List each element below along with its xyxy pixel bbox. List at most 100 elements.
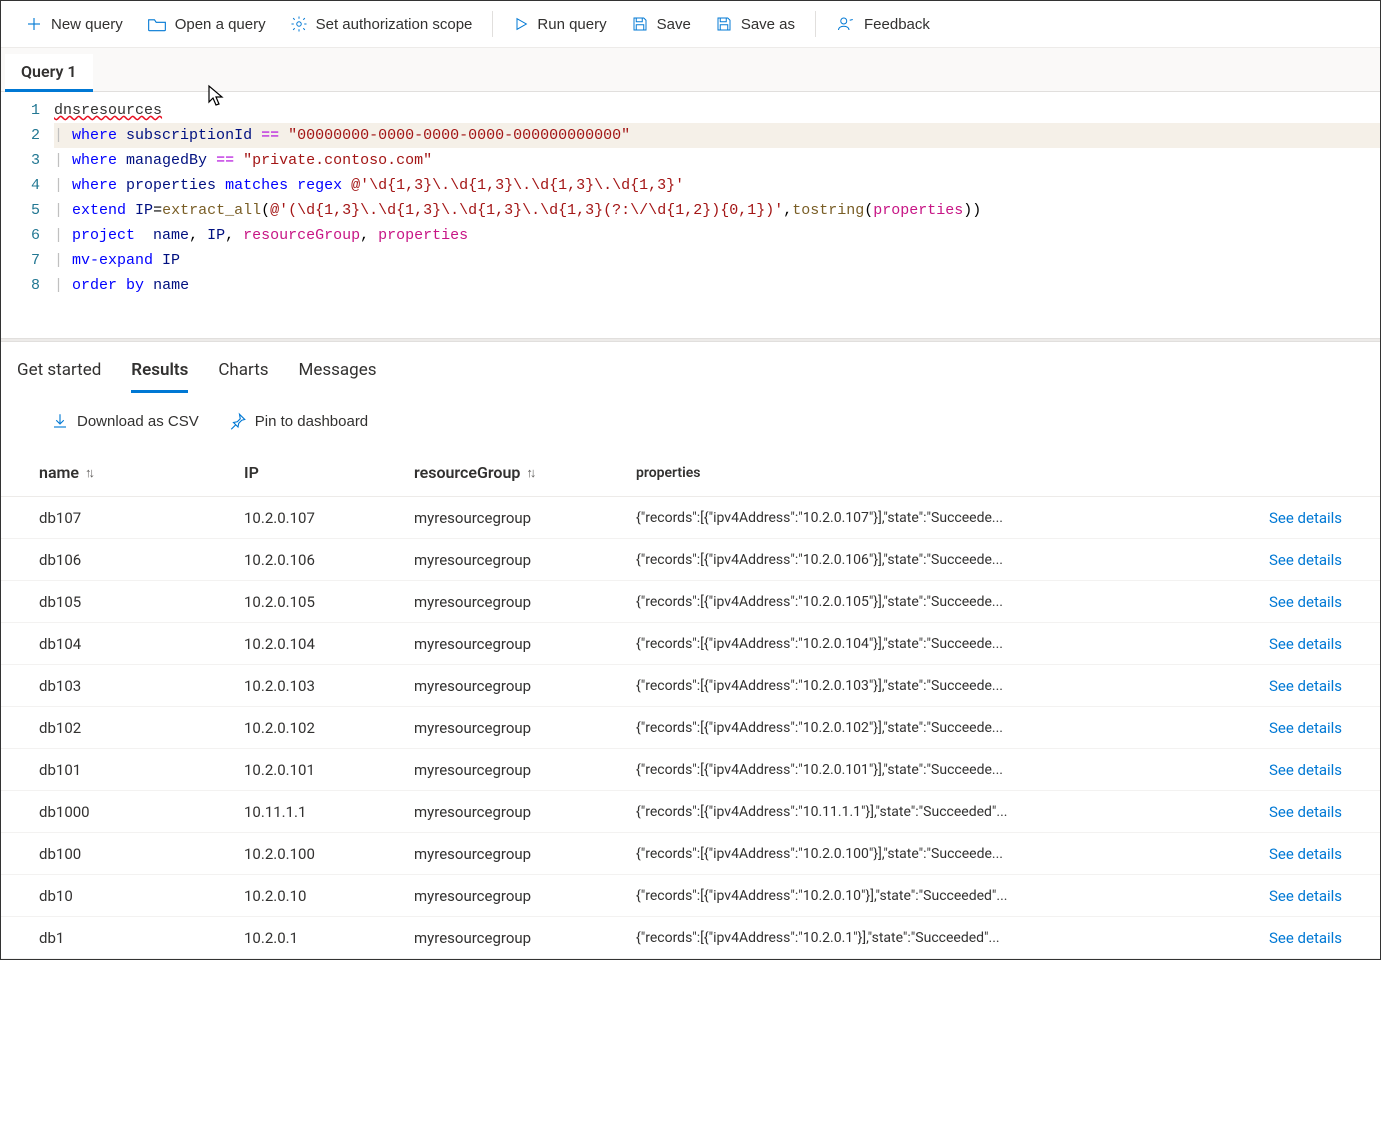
column-header-properties[interactable]: properties — [636, 465, 1269, 481]
cell-properties: {"records":[{"ipv4Address":"10.2.0.105"}… — [636, 594, 1269, 610]
line-number: 8 — [31, 273, 40, 298]
see-details-link[interactable]: See details — [1269, 635, 1342, 653]
run-query-button[interactable]: Run query — [501, 10, 618, 39]
cell-ip: 10.2.0.104 — [244, 635, 414, 653]
table-row[interactable]: db10510.2.0.105myresourcegroup{"records"… — [1, 581, 1380, 623]
pin-dashboard-button[interactable]: Pin to dashboard — [223, 411, 374, 431]
table-row[interactable]: db10210.2.0.102myresourcegroup{"records"… — [1, 707, 1380, 749]
cell-ip: 10.2.0.105 — [244, 593, 414, 611]
cell-resourcegroup: myresourcegroup — [414, 509, 636, 527]
table-row[interactable]: db10110.2.0.101myresourcegroup{"records"… — [1, 749, 1380, 791]
tab-results[interactable]: Results — [131, 356, 188, 393]
table-row[interactable]: db10710.2.0.107myresourcegroup{"records"… — [1, 497, 1380, 539]
open-query-label: Open a query — [175, 16, 266, 33]
gear-icon — [290, 15, 308, 33]
line-number: 3 — [31, 148, 40, 173]
cell-ip: 10.2.0.107 — [244, 509, 414, 527]
code-line[interactable]: | order by name — [54, 273, 1380, 298]
cell-name: db103 — [39, 677, 244, 695]
save-icon — [631, 15, 649, 33]
see-details-link[interactable]: See details — [1269, 509, 1342, 527]
cell-resourcegroup: myresourcegroup — [414, 803, 636, 821]
code-line[interactable]: | where properties matches regex @'\d{1,… — [54, 173, 1380, 198]
cell-resourcegroup: myresourcegroup — [414, 635, 636, 653]
tab-charts[interactable]: Charts — [218, 356, 268, 393]
cell-name: db106 — [39, 551, 244, 569]
cell-resourcegroup: myresourcegroup — [414, 593, 636, 611]
line-number-gutter: 12345678 — [1, 98, 54, 298]
line-number: 7 — [31, 248, 40, 273]
cell-resourcegroup: myresourcegroup — [414, 551, 636, 569]
code-line[interactable]: | project name, IP, resourceGroup, prope… — [54, 223, 1380, 248]
feedback-icon — [836, 15, 856, 33]
see-details-link[interactable]: See details — [1269, 803, 1342, 821]
play-icon — [513, 16, 529, 32]
table-row[interactable]: db10610.2.0.106myresourcegroup{"records"… — [1, 539, 1380, 581]
code-line[interactable]: dnsresources — [54, 98, 1380, 123]
cell-name: db102 — [39, 719, 244, 737]
set-scope-button[interactable]: Set authorization scope — [278, 9, 485, 39]
column-header-name[interactable]: name ↑↓ — [39, 463, 244, 482]
cell-properties: {"records":[{"ipv4Address":"10.2.0.10"}]… — [636, 888, 1269, 904]
cell-ip: 10.2.0.10 — [244, 887, 414, 905]
toolbar-separator — [492, 11, 493, 37]
code-editor[interactable]: 12345678 dnsresources| where subscriptio… — [1, 92, 1380, 338]
cell-name: db105 — [39, 593, 244, 611]
cell-properties: {"records":[{"ipv4Address":"10.2.0.104"}… — [636, 636, 1269, 652]
column-header-ip[interactable]: IP — [244, 463, 414, 482]
see-details-link[interactable]: See details — [1269, 761, 1342, 779]
cell-properties: {"records":[{"ipv4Address":"10.11.1.1"}]… — [636, 804, 1269, 820]
see-details-link[interactable]: See details — [1269, 887, 1342, 905]
save-as-label: Save as — [741, 16, 795, 33]
cell-name: db100 — [39, 845, 244, 863]
code-content[interactable]: dnsresources| where subscriptionId == "0… — [54, 98, 1380, 298]
save-as-button[interactable]: Save as — [703, 9, 807, 39]
new-query-button[interactable]: New query — [13, 9, 135, 39]
tab-query-1[interactable]: Query 1 — [5, 54, 93, 92]
cell-resourcegroup: myresourcegroup — [414, 929, 636, 947]
code-line[interactable]: | where managedBy == "private.contoso.co… — [54, 148, 1380, 173]
cell-ip: 10.2.0.103 — [244, 677, 414, 695]
pin-icon — [229, 412, 247, 430]
cell-properties: {"records":[{"ipv4Address":"10.2.0.107"}… — [636, 510, 1269, 526]
save-button[interactable]: Save — [619, 9, 703, 39]
see-details-link[interactable]: See details — [1269, 677, 1342, 695]
line-number: 2 — [31, 123, 40, 148]
code-line[interactable]: | extend IP=extract_all(@'(\d{1,3}\.\d{1… — [54, 198, 1380, 223]
query-tabs: Query 1 — [1, 48, 1380, 92]
cell-name: db1000 — [39, 803, 244, 821]
code-line[interactable]: | mv-expand IP — [54, 248, 1380, 273]
feedback-button[interactable]: Feedback — [824, 9, 942, 39]
table-row[interactable]: db10010.2.0.100myresourcegroup{"records"… — [1, 833, 1380, 875]
cell-resourcegroup: myresourcegroup — [414, 719, 636, 737]
see-details-link[interactable]: See details — [1269, 551, 1342, 569]
download-csv-button[interactable]: Download as CSV — [45, 411, 205, 431]
open-query-button[interactable]: Open a query — [135, 9, 278, 39]
cell-name: db101 — [39, 761, 244, 779]
see-details-link[interactable]: See details — [1269, 719, 1342, 737]
table-row[interactable]: db110.2.0.1myresourcegroup{"records":[{"… — [1, 917, 1380, 959]
table-row[interactable]: db10410.2.0.104myresourcegroup{"records"… — [1, 623, 1380, 665]
new-query-label: New query — [51, 16, 123, 33]
table-header-row: name ↑↓ IP resourceGroup ↑↓ properties — [1, 449, 1380, 497]
column-header-resourcegroup[interactable]: resourceGroup ↑↓ — [414, 463, 636, 482]
cell-resourcegroup: myresourcegroup — [414, 887, 636, 905]
tab-get-started[interactable]: Get started — [17, 356, 101, 393]
see-details-link[interactable]: See details — [1269, 929, 1342, 947]
code-line[interactable]: | where subscriptionId == "00000000-0000… — [54, 123, 1380, 148]
run-query-label: Run query — [537, 16, 606, 33]
cell-resourcegroup: myresourcegroup — [414, 761, 636, 779]
see-details-link[interactable]: See details — [1269, 845, 1342, 863]
tab-messages[interactable]: Messages — [299, 356, 377, 393]
see-details-link[interactable]: See details — [1269, 593, 1342, 611]
download-csv-label: Download as CSV — [77, 413, 199, 430]
table-row[interactable]: db1010.2.0.10myresourcegroup{"records":[… — [1, 875, 1380, 917]
cell-ip: 10.2.0.100 — [244, 845, 414, 863]
cell-resourcegroup: myresourcegroup — [414, 845, 636, 863]
set-scope-label: Set authorization scope — [316, 16, 473, 33]
table-row[interactable]: db10310.2.0.103myresourcegroup{"records"… — [1, 665, 1380, 707]
cell-ip: 10.2.0.106 — [244, 551, 414, 569]
cell-name: db1 — [39, 929, 244, 947]
table-row[interactable]: db100010.11.1.1myresourcegroup{"records"… — [1, 791, 1380, 833]
cell-properties: {"records":[{"ipv4Address":"10.2.0.1"}],… — [636, 930, 1269, 946]
